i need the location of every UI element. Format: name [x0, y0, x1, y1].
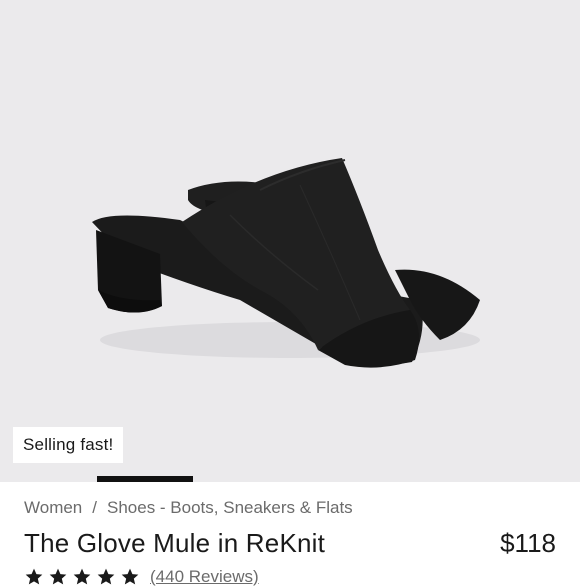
- breadcrumb-item-women[interactable]: Women: [24, 498, 82, 517]
- star-icon: [121, 568, 139, 585]
- carousel-active-indicator[interactable]: [97, 476, 193, 482]
- star-icon: [49, 568, 67, 585]
- reviews-link[interactable]: (440 Reviews): [150, 567, 259, 587]
- product-title: The Glove Mule in ReKnit: [24, 528, 326, 558]
- rating-stars: [24, 567, 140, 587]
- star-icon: [73, 568, 91, 585]
- breadcrumb: Women / Shoes - Boots, Sneakers & Flats: [24, 498, 353, 518]
- carousel-progress-track: [0, 476, 580, 482]
- product-rating[interactable]: (440 Reviews): [24, 567, 259, 587]
- selling-fast-badge: Selling fast!: [13, 427, 124, 463]
- breadcrumb-separator: /: [92, 498, 97, 517]
- star-icon: [97, 568, 115, 585]
- product-image: [92, 158, 480, 368]
- product-image-carousel[interactable]: Selling fast!: [0, 0, 580, 480]
- breadcrumb-item-shoes[interactable]: Shoes - Boots, Sneakers & Flats: [107, 498, 353, 517]
- star-icon: [25, 568, 43, 585]
- product-price: $118: [500, 528, 556, 558]
